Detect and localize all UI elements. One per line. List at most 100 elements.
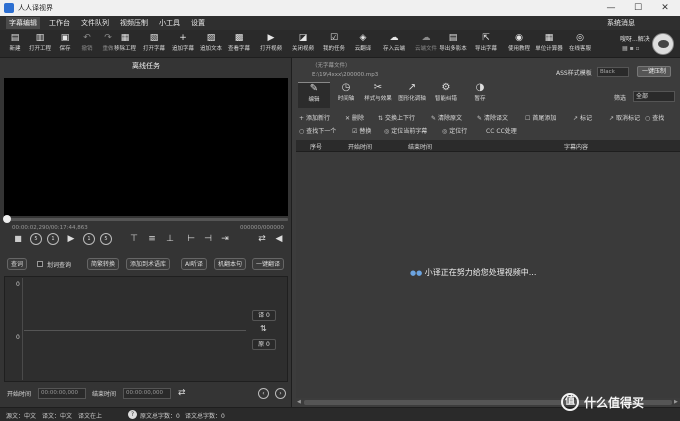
swap-time-icon[interactable]: ⇄	[178, 388, 186, 398]
menu-workbench[interactable]: 工作台	[49, 18, 70, 28]
menu-settings[interactable]: 设置	[191, 18, 205, 28]
forward-1-button[interactable]: 1	[83, 233, 95, 245]
tab-style[interactable]: ✂ 样式与效果	[362, 82, 394, 108]
prev-line-button[interactable]: ‹	[258, 388, 269, 399]
toolbar-label: 导出多影本	[439, 46, 467, 52]
one-key-compress-button[interactable]: 一键压制	[637, 66, 671, 77]
action-1-3[interactable]: ✎ 清除原文	[431, 113, 462, 122]
action-2-1[interactable]: ☑ 替换	[352, 126, 371, 135]
toolbar-export-multi-button[interactable]: ▤ 导出多影本	[436, 32, 470, 56]
close-button[interactable]: ✕	[652, 1, 678, 15]
tab-temp-save[interactable]: ◑ 暂存	[464, 82, 496, 108]
action-1-1[interactable]: ✕ 删除	[345, 113, 364, 122]
video-player[interactable]	[4, 78, 288, 216]
toolbar-label: 打开视频	[259, 46, 282, 52]
end-time-input[interactable]: 00:00:00,000	[123, 388, 171, 399]
action-2-2[interactable]: ◎ 定位当前字幕	[384, 126, 427, 135]
toolbar-close-video-button[interactable]: ◪ 关闭视频	[286, 32, 320, 56]
align-bottom-button[interactable]: ⊥	[164, 233, 176, 245]
action-1-6[interactable]: ↗ 标记	[573, 113, 592, 122]
action-2-0[interactable]: ○ 查找下一个	[299, 126, 336, 135]
toolbar-view-subtitle-button[interactable]: ▩ 查看字幕	[222, 32, 256, 56]
action-1-8[interactable]: ○ 查找	[645, 113, 664, 122]
column-start-time[interactable]: 开始时间	[348, 142, 372, 151]
maximize-button[interactable]: ☐	[625, 1, 651, 15]
toolbar-tutorial-button[interactable]: ◉ 使用教程	[502, 32, 536, 56]
jump-button[interactable]: ⇥	[219, 233, 231, 245]
status-bar: 源文：中文 译文：中文 译文在上 ? 原文总字数：0 译文总字数：0	[0, 407, 680, 421]
progress-knob[interactable]	[3, 215, 11, 223]
toolbar-calculator-button[interactable]: ▦ 单位计算器	[532, 32, 566, 56]
toolbar-cloud-save-button[interactable]: ☁ 存入云端	[377, 32, 411, 56]
menu-tools[interactable]: 小工具	[159, 18, 180, 28]
menu-subtitle-edit[interactable]: 字幕编辑	[6, 17, 40, 29]
filter-select[interactable]: 全部	[633, 91, 675, 102]
action-1-5[interactable]: ☐ 首尾添加	[525, 113, 556, 122]
toolbar-open-video-button[interactable]: ▶ 打开视频	[254, 32, 288, 56]
tab-graph-timeline[interactable]: ↗ 图形化调轴	[396, 82, 428, 108]
action-2-4[interactable]: CC CC处理	[486, 126, 517, 135]
tab-smart-fix[interactable]: ⚙ 智能纠错	[430, 82, 462, 108]
convert-button[interactable]: 简繁转换	[87, 258, 120, 270]
minimize-button[interactable]: —	[598, 1, 624, 15]
column-index[interactable]: 序号	[310, 142, 322, 151]
cloud-save-icon: ☁	[389, 33, 399, 43]
action-1-0[interactable]: + 添加新行	[299, 113, 330, 122]
waveform-area[interactable]	[4, 276, 288, 382]
help-icon[interactable]: ?	[128, 410, 137, 419]
target-language: 译文：中文	[42, 413, 73, 420]
tab-edit[interactable]: ✎ 编辑	[298, 82, 330, 108]
play-button[interactable]: ▶	[65, 233, 77, 245]
temp-save-icon: ◑	[475, 82, 485, 93]
set-end-button[interactable]: ⊣	[202, 233, 214, 245]
ai-listen-button[interactable]: AI听译	[181, 258, 207, 270]
rewind-5-button[interactable]: 5	[30, 233, 42, 245]
menu-file-queue[interactable]: 文件队列	[81, 18, 109, 28]
menu-system-messages[interactable]: 系统消息	[607, 18, 635, 28]
menu-video-compress[interactable]: 视频压制	[120, 18, 148, 28]
query-button[interactable]: 查词	[7, 258, 28, 270]
toolbar-support-button[interactable]: ◎ 在线客服	[563, 32, 597, 56]
action-icon: ✎	[477, 115, 483, 122]
video-progress-bar[interactable]	[4, 218, 288, 221]
action-1-2[interactable]: ⇅ 交换上下行	[378, 113, 415, 122]
action-1-4[interactable]: ✎ 清除译文	[477, 113, 508, 122]
next-line-button[interactable]: ›	[275, 388, 286, 399]
tab-label: 暂存	[474, 96, 486, 102]
align-middle-button[interactable]: ≡	[146, 233, 158, 245]
volume-button[interactable]: ◀	[273, 233, 285, 245]
machine-translate-line-button[interactable]: 机翻本句	[214, 258, 247, 270]
user-avatar[interactable]	[652, 33, 674, 55]
align-top-button[interactable]: ⊤	[128, 233, 140, 245]
original-count-chip[interactable]: 原 0	[252, 339, 276, 350]
scroll-left-icon[interactable]: ◀	[297, 399, 301, 405]
action-2-3[interactable]: ◎ 定位行	[442, 126, 467, 135]
toolbar-cloud-translate-button[interactable]: ◈ 云翻译	[346, 32, 380, 56]
cloud-translate-icon: ◈	[359, 33, 367, 43]
swap-icon[interactable]: ⇅	[260, 324, 267, 333]
tab-timeline[interactable]: ◷ 时间轴	[330, 82, 362, 108]
forward-5-button[interactable]: 5	[100, 233, 112, 245]
column-content[interactable]: 字幕内容	[564, 142, 588, 151]
stop-button[interactable]: ■	[12, 233, 24, 245]
rewind-1-button[interactable]: 1	[47, 233, 59, 245]
action-1-7[interactable]: ↗ 取消标记	[609, 113, 640, 122]
set-start-button[interactable]: ⊢	[185, 233, 197, 245]
scroll-right-icon[interactable]: ▶	[674, 399, 678, 405]
toolbar-export-subtitle-button[interactable]: ⇱ 导出字幕	[469, 32, 503, 56]
loop-button[interactable]: ⇄	[256, 233, 268, 245]
add-term-button[interactable]: 添加到术语库	[126, 258, 171, 270]
action-label: 取消标记	[616, 115, 641, 122]
translated-count-chip[interactable]: 译 0	[252, 310, 276, 321]
action-label: 首尾添加	[532, 115, 557, 122]
one-key-translate-button[interactable]: 一键翻译	[252, 258, 285, 270]
ass-template-select[interactable]: Black	[597, 67, 629, 77]
user-name: 嗖呀...解决	[620, 36, 650, 43]
column-end-time[interactable]: 结束时间	[408, 142, 432, 151]
word-query-checkbox[interactable]	[37, 261, 43, 267]
action-label: 查找下一个	[306, 128, 337, 135]
action-label: CC处理	[496, 128, 517, 135]
view-subtitle-icon: ▩	[234, 33, 244, 43]
start-time-input[interactable]: 00:00:00,000	[38, 388, 86, 399]
cloud-files-icon: ☁	[421, 33, 431, 43]
